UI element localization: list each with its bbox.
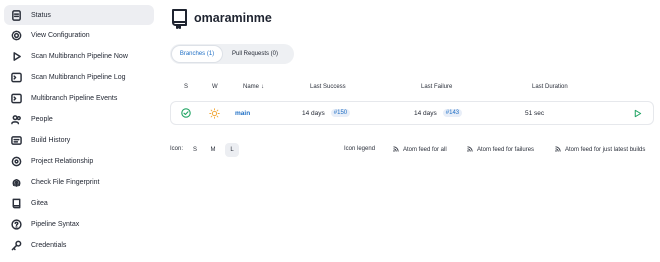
icon-size-medium-button[interactable]: M [206,143,220,157]
sidebar-item-label: Pipeline Syntax [31,220,80,228]
atom-feed-failures-link[interactable]: Atom feed for failures [467,146,534,154]
sidebar: Status View Configuration Scan Multibran… [0,0,160,262]
column-name[interactable]: Name ↓ [243,84,264,90]
sidebar-item-build-history[interactable]: Build History [4,130,154,150]
terminal-icon [10,92,22,104]
page-title: omaraminme [194,11,272,25]
tab-bar: Branches (1) Pull Requests (0) [170,44,294,64]
sidebar-item-gitea[interactable]: Gitea [4,193,154,213]
help-icon [10,218,22,230]
sidebar-item-label: Project Relationship [31,157,94,165]
rss-icon [393,146,403,154]
sidebar-item-fingerprint[interactable]: Check File Fingerprint [4,172,154,192]
last-success-build-link[interactable]: #150 [330,109,351,117]
rss-icon [467,146,477,154]
sidebar-item-label: Status [31,11,51,19]
atom-feed-latest-link[interactable]: Atom feed for just latest builds [555,146,645,154]
column-last-duration[interactable]: Last Duration [532,84,568,90]
relationship-icon [10,155,22,167]
rss-icon [555,146,565,154]
atom-feed-all-label: Atom feed for all [403,147,447,153]
fingerprint-icon [10,176,22,188]
sidebar-item-label: Check File Fingerprint [31,178,100,186]
play-icon [10,50,22,62]
terminal-icon [10,71,22,83]
icon-size-large-button[interactable]: L [225,143,239,157]
sunny-weather-icon [209,102,220,124]
build-history-icon [10,134,22,146]
gitea-icon [10,197,22,209]
sidebar-item-scan-log[interactable]: Scan Multibranch Pipeline Log [4,67,154,87]
last-failure-age: 14 days [414,109,437,117]
last-failure: 14 days #143 [414,102,463,124]
column-last-failure[interactable]: Last Failure [421,84,452,90]
sidebar-item-people[interactable]: People [4,109,154,129]
people-icon [10,113,22,125]
icon-size-small-button[interactable]: S [188,143,202,157]
sidebar-item-label: People [31,115,53,123]
column-weather[interactable]: W [212,84,218,90]
sidebar-item-label: Credentials [31,241,67,249]
sidebar-item-status[interactable]: Status [4,5,154,25]
branch-link-main[interactable]: main [235,102,250,124]
atom-feed-latest-label: Atom feed for just latest builds [565,147,646,153]
table-header: S W Name ↓ Last Success Last Failure Last… [170,84,654,96]
column-last-success[interactable]: Last Success [310,84,346,90]
sidebar-item-label: Gitea [31,199,48,207]
icon-legend-link[interactable]: Icon legend [344,146,375,152]
sidebar-item-scan-now[interactable]: Scan Multibranch Pipeline Now [4,46,154,66]
sidebar-item-label: Multibranch Pipeline Events [31,94,118,102]
sidebar-item-pipeline-syntax[interactable]: Pipeline Syntax [4,214,154,234]
last-success-age: 14 days [302,109,325,117]
atom-feed-all-link[interactable]: Atom feed for all [393,146,447,154]
sidebar-item-label: Scan Multibranch Pipeline Log [31,73,126,81]
sidebar-item-credentials[interactable]: Credentials [4,235,154,255]
tab-branches[interactable]: Branches (1) [172,46,222,62]
sidebar-item-label: View Configuration [31,31,90,39]
page-header: omaraminme [171,7,272,29]
gear-icon [10,29,22,41]
last-failure-build-link[interactable]: #143 [442,109,463,117]
last-duration: 51 sec [525,109,545,117]
sort-arrow-icon: ↓ [261,84,265,90]
atom-feed-failures-label: Atom feed for failures [477,147,535,153]
document-icon [10,9,22,21]
sidebar-item-pipeline-events[interactable]: Multibranch Pipeline Events [4,88,154,108]
run-build-icon[interactable] [633,102,642,124]
repository-icon [171,8,188,29]
last-success: 14 days #150 [302,102,351,124]
sidebar-item-project-relationship[interactable]: Project Relationship [4,151,154,171]
sidebar-item-label: Scan Multibranch Pipeline Now [31,52,128,60]
sidebar-item-view-configuration[interactable]: View Configuration [4,25,154,45]
column-status[interactable]: S [184,84,188,90]
table-footer: Icon: S M L Icon legend Atom feed for al… [170,143,654,157]
sidebar-item-label: Build History [31,136,71,144]
key-icon [10,239,22,251]
column-name-label: Name [243,84,260,90]
icon-size-label: Icon: [170,146,184,152]
tab-pull-requests[interactable]: Pull Requests (0) [222,46,288,62]
success-status-icon [181,102,191,124]
table-row: main 14 days #150 14 days #143 51 sec [170,101,654,125]
